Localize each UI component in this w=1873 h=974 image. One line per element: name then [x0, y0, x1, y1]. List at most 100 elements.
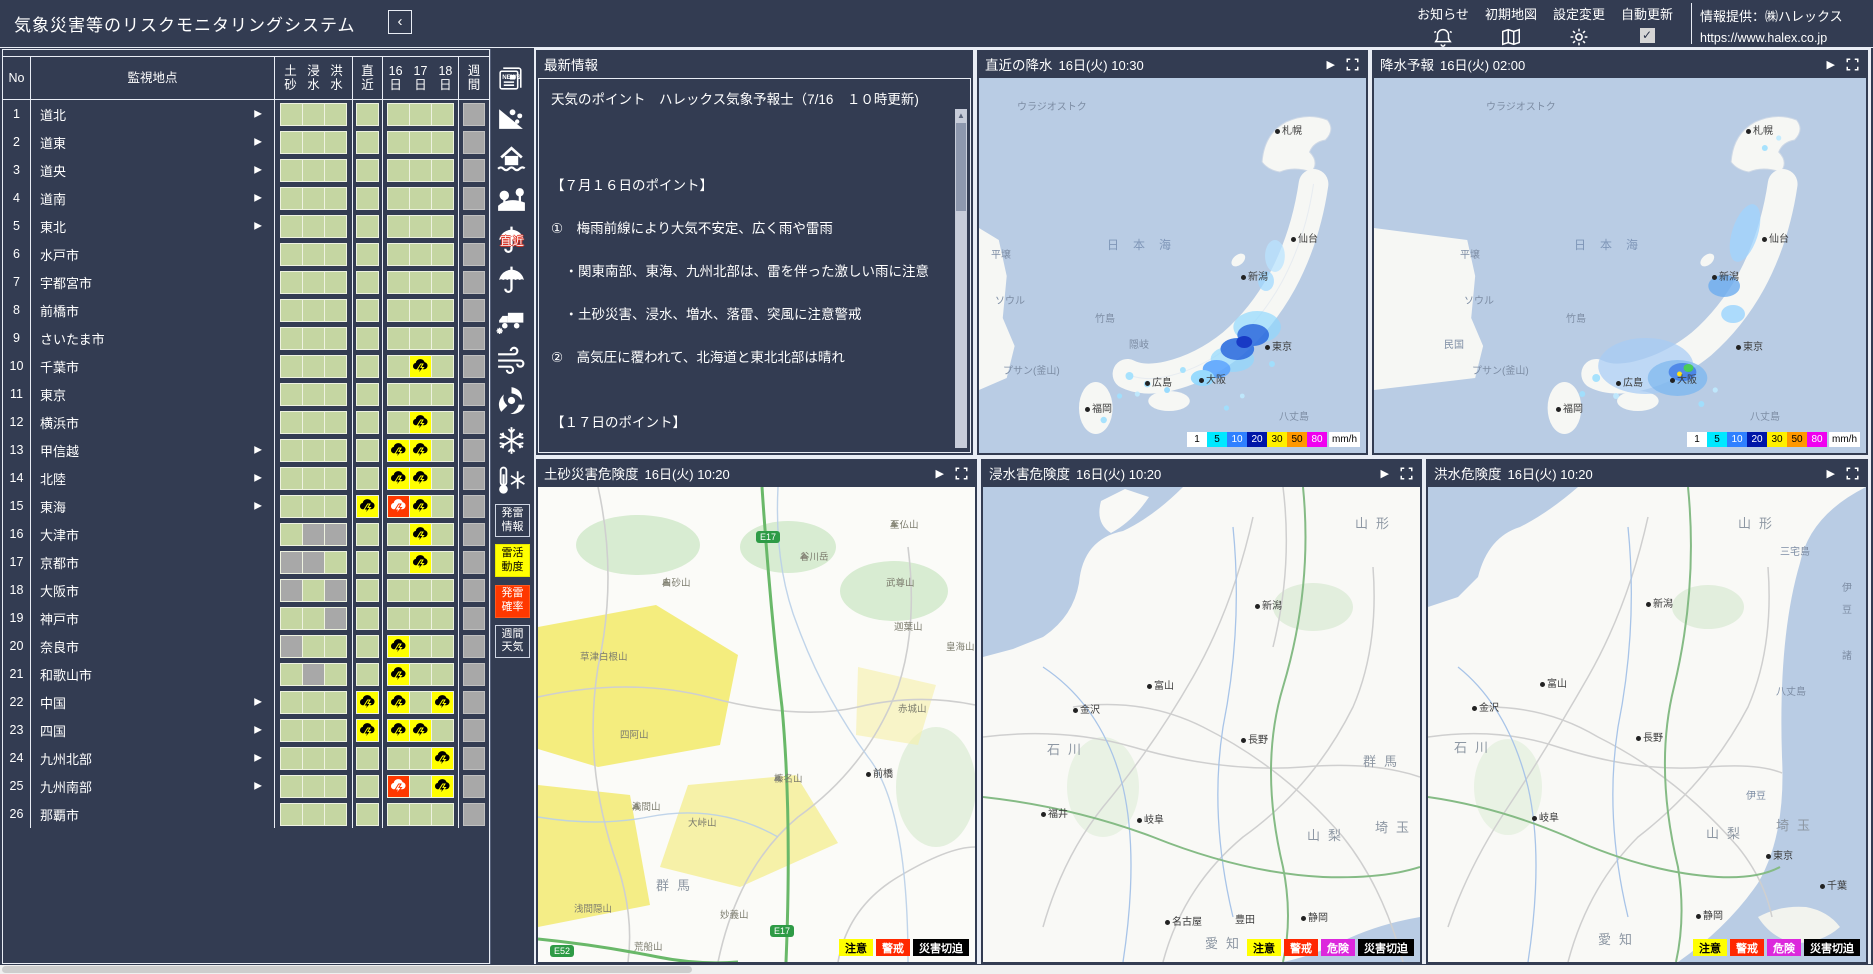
- risk-cell-normal[interactable]: [325, 188, 346, 209]
- risk-cell-normal[interactable]: [410, 300, 431, 321]
- expand-arrow-icon[interactable]: ▶: [254, 725, 262, 736]
- play-icon[interactable]: ▶: [936, 467, 944, 480]
- risk-cell-normal[interactable]: [432, 272, 453, 293]
- thunder-info-button[interactable]: 発雷情報: [495, 504, 530, 537]
- risk-cell-thunder[interactable]: [410, 496, 431, 517]
- scroll-up-icon[interactable]: ▲: [956, 111, 966, 121]
- risk-cell-normal[interactable]: [410, 776, 431, 797]
- risk-cell-normal[interactable]: [357, 608, 378, 629]
- table-row-大津市[interactable]: 16大津市: [3, 520, 489, 548]
- risk-cell-normal[interactable]: [357, 272, 378, 293]
- table-row-道央[interactable]: 3道央▶: [3, 156, 489, 184]
- risk-cell-normal[interactable]: [325, 776, 346, 797]
- risk-cell-nodata[interactable]: [464, 552, 484, 573]
- play-icon[interactable]: ▶: [1381, 467, 1389, 480]
- risk-cell-normal[interactable]: [388, 524, 409, 545]
- risk-cell-normal[interactable]: [432, 216, 453, 237]
- risk-cell-normal[interactable]: [281, 440, 302, 461]
- risk-cell-normal[interactable]: [432, 328, 453, 349]
- risk-cell-normal[interactable]: [357, 244, 378, 265]
- risk-cell-normal[interactable]: [281, 748, 302, 769]
- risk-cell-nodata[interactable]: [464, 440, 484, 461]
- risk-cell-nodata[interactable]: [464, 748, 484, 769]
- risk-cell-normal[interactable]: [357, 524, 378, 545]
- risk-cell-normal[interactable]: [303, 104, 324, 125]
- wind-icon[interactable]: [495, 343, 530, 376]
- risk-cell-normal[interactable]: [303, 356, 324, 377]
- risk-cell-nodata[interactable]: [464, 160, 484, 181]
- risk-cell-normal[interactable]: [325, 748, 346, 769]
- risk-cell-normal[interactable]: [388, 412, 409, 433]
- landslide-risk-map[interactable]: 至仏山谷川岳武尊山白砂山迦葉山草津白根山皇海山赤城山四阿山榛名山前橋浅間山大峠山…: [538, 487, 975, 962]
- fullscreen-icon[interactable]: [954, 466, 969, 481]
- risk-cell-normal[interactable]: [325, 664, 346, 685]
- table-row-道北[interactable]: 1道北▶: [3, 100, 489, 128]
- risk-cell-thunder[interactable]: [388, 440, 409, 461]
- risk-cell-normal[interactable]: [303, 496, 324, 517]
- risk-cell-normal[interactable]: [388, 748, 409, 769]
- risk-cell-normal[interactable]: [410, 804, 431, 825]
- fullscreen-icon[interactable]: [1845, 57, 1860, 72]
- risk-cell-normal[interactable]: [410, 188, 431, 209]
- monitoring-point-道東[interactable]: 道東▶: [31, 128, 275, 156]
- collapse-panel-button[interactable]: ‹: [388, 10, 412, 34]
- risk-cell-thunder[interactable]: [410, 720, 431, 741]
- risk-cell-normal[interactable]: [325, 440, 346, 461]
- risk-cell-normal[interactable]: [432, 524, 453, 545]
- risk-cell-normal[interactable]: [432, 496, 453, 517]
- expand-arrow-icon[interactable]: ▶: [254, 473, 262, 484]
- risk-cell-thunder[interactable]: [388, 468, 409, 489]
- risk-cell-normal[interactable]: [281, 356, 302, 377]
- risk-cell-normal[interactable]: [281, 608, 302, 629]
- risk-cell-normal[interactable]: [325, 720, 346, 741]
- play-icon[interactable]: ▶: [1827, 467, 1835, 480]
- monitoring-point-甲信越[interactable]: 甲信越▶: [31, 436, 275, 464]
- risk-cell-normal[interactable]: [303, 244, 324, 265]
- risk-cell-normal[interactable]: [388, 132, 409, 153]
- risk-cell-normal[interactable]: [281, 188, 302, 209]
- risk-cell-normal[interactable]: [303, 608, 324, 629]
- risk-cell-nodata[interactable]: [464, 804, 484, 825]
- risk-cell-nodata[interactable]: [281, 636, 302, 657]
- expand-arrow-icon[interactable]: ▶: [254, 221, 262, 232]
- recent-rain-icon[interactable]: 直近: [495, 223, 530, 256]
- risk-cell-nodata[interactable]: [464, 244, 484, 265]
- monitoring-point-道央[interactable]: 道央▶: [31, 156, 275, 184]
- table-row-四国[interactable]: 23四国▶: [3, 716, 489, 744]
- risk-cell-thunder[interactable]: [388, 664, 409, 685]
- risk-cell-normal[interactable]: [281, 160, 302, 181]
- risk-cell-normal[interactable]: [357, 552, 378, 573]
- expand-arrow-icon[interactable]: ▶: [254, 753, 262, 764]
- risk-cell-normal[interactable]: [303, 188, 324, 209]
- risk-cell-normal[interactable]: [281, 216, 302, 237]
- risk-cell-nodata[interactable]: [464, 300, 484, 321]
- monitoring-point-奈良市[interactable]: 奈良市: [31, 632, 275, 660]
- risk-cell-normal[interactable]: [357, 300, 378, 321]
- risk-cell-normal[interactable]: [325, 328, 346, 349]
- risk-cell-normal[interactable]: [325, 216, 346, 237]
- risk-cell-nodata[interactable]: [464, 104, 484, 125]
- news-scrollbar[interactable]: ▲: [955, 109, 967, 448]
- snow-icon[interactable]: [495, 424, 530, 457]
- risk-cell-normal[interactable]: [281, 776, 302, 797]
- risk-cell-nodata[interactable]: [325, 608, 346, 629]
- risk-cell-nodata[interactable]: [464, 412, 484, 433]
- risk-cell-normal[interactable]: [388, 216, 409, 237]
- risk-cell-normal[interactable]: [281, 804, 302, 825]
- monitoring-point-道北[interactable]: 道北▶: [31, 100, 275, 128]
- risk-cell-nodata[interactable]: [464, 132, 484, 153]
- risk-cell-normal[interactable]: [388, 272, 409, 293]
- risk-cell-normal[interactable]: [303, 160, 324, 181]
- risk-cell-normal[interactable]: [303, 384, 324, 405]
- risk-cell-normal[interactable]: [357, 328, 378, 349]
- risk-cell-normal[interactable]: [410, 132, 431, 153]
- table-row-甲信越[interactable]: 13甲信越▶: [3, 436, 489, 464]
- risk-cell-normal[interactable]: [357, 748, 378, 769]
- risk-cell-normal[interactable]: [357, 804, 378, 825]
- risk-cell-normal[interactable]: [281, 384, 302, 405]
- play-icon[interactable]: ▶: [1827, 58, 1835, 71]
- risk-cell-nodata[interactable]: [464, 692, 484, 713]
- risk-cell-normal[interactable]: [303, 692, 324, 713]
- risk-cell-normal[interactable]: [325, 468, 346, 489]
- risk-cell-normal[interactable]: [388, 356, 409, 377]
